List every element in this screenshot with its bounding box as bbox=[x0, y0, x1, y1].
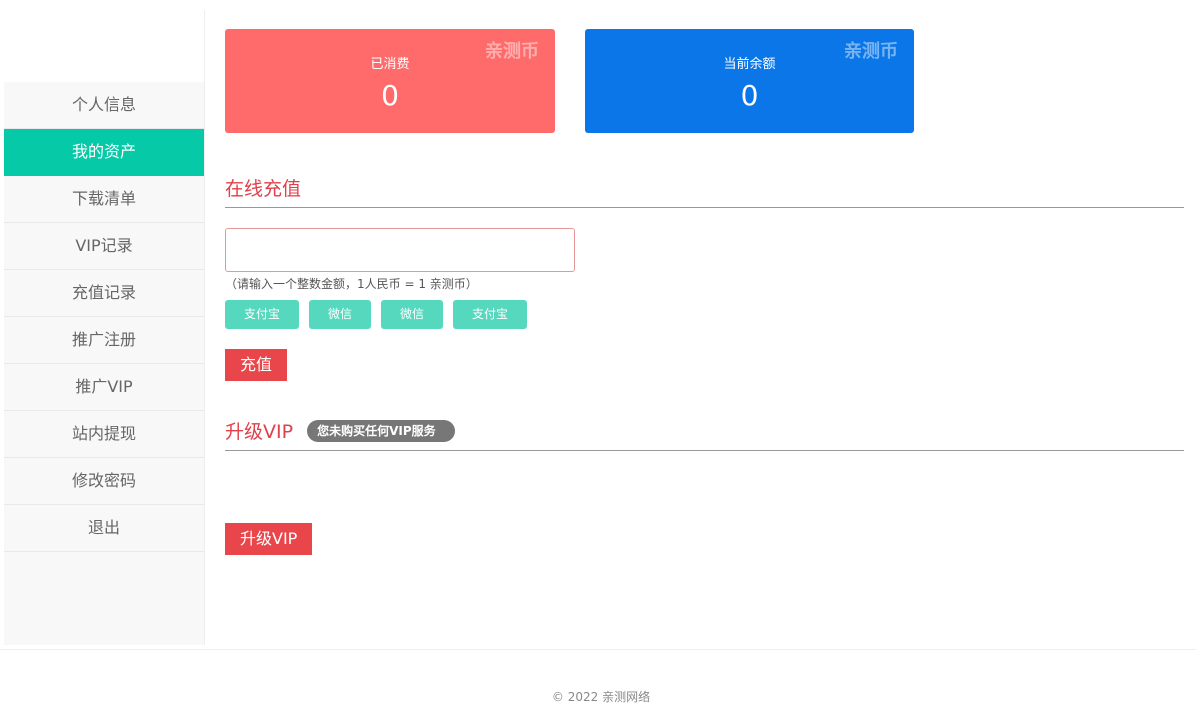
balance-card-value: 0 bbox=[740, 79, 759, 112]
upgrade-vip-button[interactable]: 升级VIP bbox=[225, 523, 313, 555]
sidebar-item-assets[interactable]: 我的资产 bbox=[4, 129, 204, 176]
vip-title-text: 升级VIP bbox=[225, 421, 294, 443]
recharge-section-title: 在线充值 bbox=[225, 174, 1184, 208]
vip-section-title: 升级VIP 您未购买任何VIP服务 bbox=[225, 417, 1184, 451]
sidebar-item-promote-vip[interactable]: 推广VIP bbox=[4, 364, 204, 411]
recharge-title-text: 在线充值 bbox=[225, 178, 302, 200]
sidebar-item-recharge-records[interactable]: 充值记录 bbox=[4, 270, 204, 317]
sidebar-item-change-password[interactable]: 修改密码 bbox=[4, 458, 204, 505]
sidebar-item-promote-register[interactable]: 推广注册 bbox=[4, 317, 204, 364]
sidebar-item-vip-records[interactable]: VIP记录 bbox=[4, 223, 204, 270]
balance-card: 亲测币 当前余额 0 bbox=[585, 29, 914, 133]
pay-method-alipay-button[interactable]: 支付宝 bbox=[225, 300, 299, 329]
recharge-hint: （请输入一个整数金额，1人民币 = 1 亲测币） bbox=[225, 277, 478, 291]
vip-status-badge: 您未购买任何VIP服务 bbox=[307, 419, 455, 442]
main-content: 亲测币 已消费 0 亲测币 当前余额 0 在线充值 （请输入一个整数金额，1人民… bbox=[225, 29, 1184, 555]
spent-card-label: 已消费 bbox=[370, 57, 410, 72]
asset-cards: 亲测币 已消费 0 亲测币 当前余额 0 bbox=[225, 29, 1184, 133]
sidebar-item-downloads[interactable]: 下载清单 bbox=[4, 176, 204, 223]
footer-divider bbox=[0, 649, 1196, 650]
pay-method-wechat-button[interactable]: 微信 bbox=[309, 300, 371, 329]
sidebar-item-withdraw[interactable]: 站内提现 bbox=[4, 411, 204, 458]
pay-method-wechat-button-2[interactable]: 微信 bbox=[381, 300, 443, 329]
pay-method-alipay-button-2[interactable]: 支付宝 bbox=[453, 300, 527, 329]
recharge-submit-button[interactable]: 充值 bbox=[225, 349, 288, 381]
sidebar-header bbox=[4, 10, 204, 82]
sidebar: 个人信息 我的资产 下载清单 VIP记录 充值记录 推广注册 推广VIP 站内提… bbox=[4, 10, 205, 645]
balance-card-label: 当前余额 bbox=[723, 57, 776, 72]
recharge-amount-input[interactable] bbox=[225, 228, 575, 272]
sidebar-item-logout[interactable]: 退出 bbox=[4, 505, 204, 552]
spent-card: 亲测币 已消费 0 bbox=[225, 29, 555, 133]
sidebar-item-profile[interactable]: 个人信息 bbox=[4, 82, 204, 129]
page: 个人信息 我的资产 下载清单 VIP记录 充值记录 推广注册 推广VIP 站内提… bbox=[0, 0, 1196, 713]
payment-methods: 支付宝 微信 微信 支付宝 bbox=[225, 300, 1184, 329]
footer-copyright: © 2022 亲测网络 bbox=[551, 690, 651, 704]
spent-card-value: 0 bbox=[381, 79, 399, 112]
